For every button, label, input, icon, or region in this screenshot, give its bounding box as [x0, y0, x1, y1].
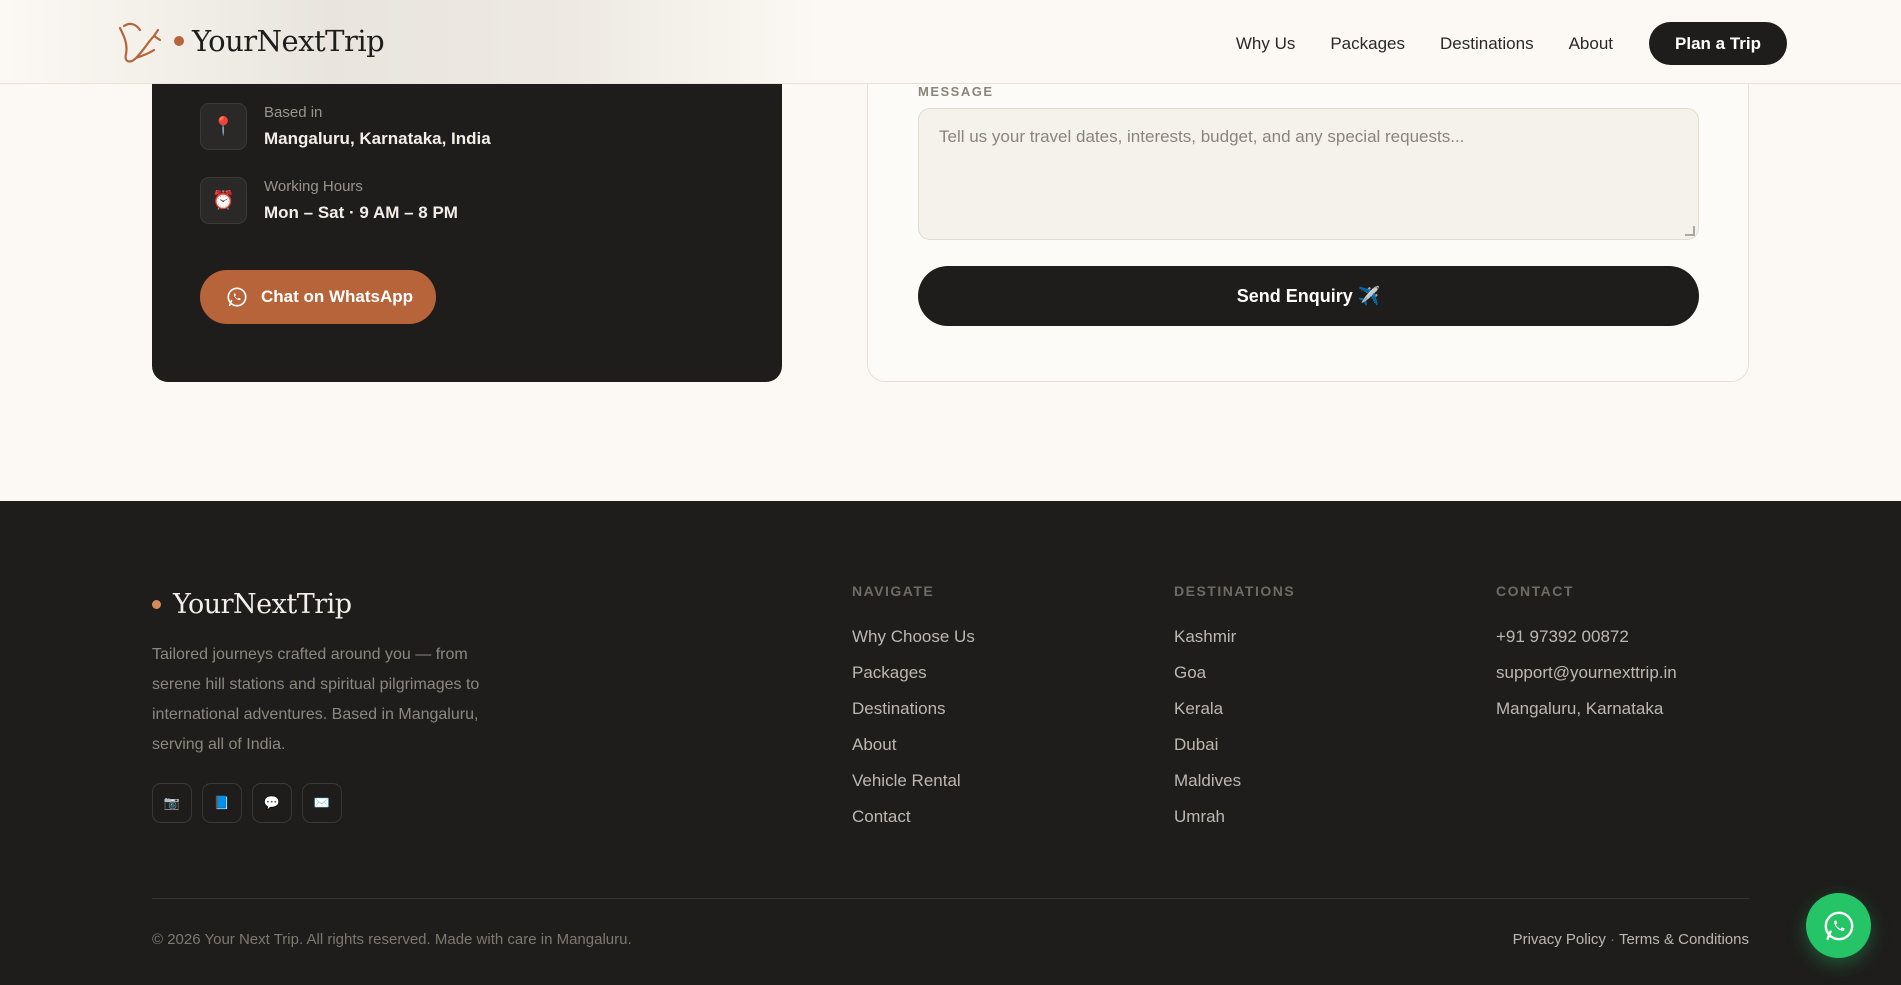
camera-icon[interactable]: 📷: [152, 783, 192, 823]
pin-icon: 📍: [200, 103, 247, 150]
footer-phone[interactable]: +91 97392 00872: [1496, 619, 1677, 655]
footer-link-kerala[interactable]: Kerala: [1174, 691, 1295, 727]
brand-name: YourNextTrip: [192, 24, 385, 58]
contact-heading: CONTACT: [1496, 583, 1574, 599]
footer-logo-dot: [152, 600, 161, 609]
hours-label: Working Hours: [264, 178, 363, 195]
footer-address: Mangaluru, Karnataka: [1496, 699, 1664, 718]
send-enquiry-button[interactable]: Send Enquiry ✈️: [918, 266, 1699, 326]
footer-link-dubai[interactable]: Dubai: [1174, 727, 1295, 763]
destinations-heading: DESTINATIONS: [1174, 583, 1296, 599]
footer-link-goa[interactable]: Goa: [1174, 655, 1295, 691]
footer-link-contact[interactable]: Contact: [852, 799, 975, 835]
footer-link-why-choose-us[interactable]: Why Choose Us: [852, 619, 975, 655]
social-links: 📷 📘 💬 ✉️: [152, 783, 352, 823]
footer-link-vehicle-rental[interactable]: Vehicle Rental: [852, 763, 975, 799]
footer-logo[interactable]: YourNextTrip: [152, 589, 352, 620]
site-header: YourNextTrip Why Us Packages Destination…: [0, 0, 1901, 84]
copyright-text: © 2026 Your Next Trip. All rights reserv…: [152, 931, 632, 948]
site-footer: YourNextTrip Tailored journeys crafted a…: [0, 501, 1901, 985]
nav-why-us[interactable]: Why Us: [1236, 34, 1296, 54]
plan-trip-button[interactable]: Plan a Trip: [1649, 22, 1787, 65]
location-row: 📍 Based in Mangaluru, Karnataka, India: [200, 103, 491, 150]
footer-link-destinations[interactable]: Destinations: [852, 691, 975, 727]
bird-logo-icon: [118, 22, 162, 63]
footer-destinations-column: DESTINATIONS Kashmir Goa Kerala Dubai Ma…: [1174, 583, 1295, 835]
message-label: MESSAGE: [918, 84, 994, 99]
location-value: Mangaluru, Karnataka, India: [264, 129, 491, 148]
whatsapp-icon: [227, 287, 247, 307]
chat-whatsapp-label: Chat on WhatsApp: [261, 287, 414, 306]
envelope-icon[interactable]: ✉️: [302, 783, 342, 823]
floating-whatsapp-button[interactable]: [1806, 893, 1871, 958]
logo-dot: [174, 36, 184, 46]
alarm-clock-icon: ⏰: [200, 177, 247, 224]
footer-link-packages[interactable]: Packages: [852, 655, 975, 691]
legal-separator: ·: [1609, 931, 1615, 948]
footer-navigate-column: NAVIGATE Why Choose Us Packages Destinat…: [852, 583, 975, 835]
hours-row: ⏰ Working Hours Mon – Sat · 9 AM – 8 PM: [200, 177, 458, 224]
book-icon[interactable]: 📘: [202, 783, 242, 823]
chat-whatsapp-button[interactable]: Chat on WhatsApp: [200, 270, 436, 324]
main-nav: Why Us Packages Destinations About Plan …: [1236, 22, 1787, 65]
speech-bubble-icon[interactable]: 💬: [252, 783, 292, 823]
privacy-policy-link[interactable]: Privacy Policy: [1513, 931, 1606, 948]
nav-packages[interactable]: Packages: [1330, 34, 1405, 54]
footer-link-umrah[interactable]: Umrah: [1174, 799, 1295, 835]
footer-link-about[interactable]: About: [852, 727, 975, 763]
navigate-heading: NAVIGATE: [852, 583, 935, 599]
terms-link[interactable]: Terms & Conditions: [1619, 931, 1749, 948]
whatsapp-icon: [1824, 911, 1853, 940]
location-label: Based in: [264, 104, 323, 121]
footer-link-kashmir[interactable]: Kashmir: [1174, 619, 1295, 655]
footer-link-maldives[interactable]: Maldives: [1174, 763, 1295, 799]
footer-description: Tailored journeys crafted around you — f…: [152, 646, 480, 753]
footer-contact-column: CONTACT +91 97392 00872 support@yournext…: [1496, 583, 1677, 727]
footer-divider: [152, 898, 1749, 899]
footer-email[interactable]: support@yournexttrip.in: [1496, 655, 1677, 691]
nav-about[interactable]: About: [1569, 34, 1613, 54]
hours-value: Mon – Sat · 9 AM – 8 PM: [264, 203, 458, 222]
nav-destinations[interactable]: Destinations: [1440, 34, 1534, 54]
message-textarea[interactable]: Tell us your travel dates, interests, bu…: [918, 108, 1699, 240]
legal-links: Privacy Policy · Terms & Conditions: [1513, 931, 1749, 948]
brand-logo[interactable]: YourNextTrip: [114, 14, 385, 68]
footer-brand-name: YourNextTrip: [173, 589, 352, 620]
